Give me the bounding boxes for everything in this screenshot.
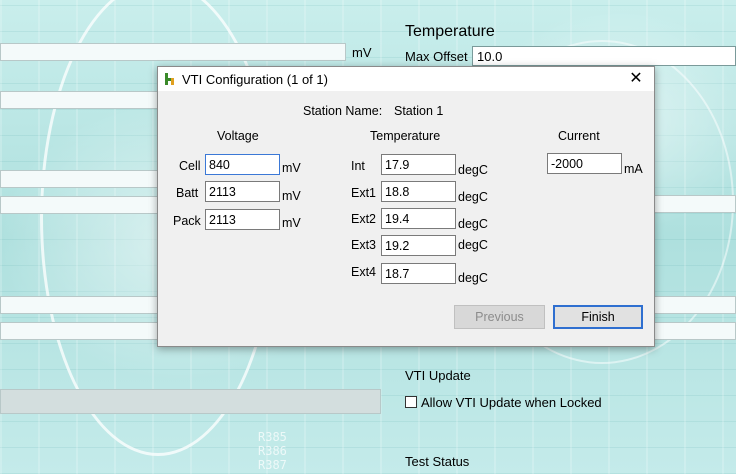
background-field[interactable] xyxy=(0,296,160,314)
pack-label: Pack xyxy=(173,214,201,228)
cell-voltage-input[interactable] xyxy=(205,154,280,175)
finish-button[interactable]: Finish xyxy=(553,305,643,329)
ext2-temp-input[interactable] xyxy=(381,208,456,229)
temperature-heading: Temperature xyxy=(405,23,495,40)
background-field[interactable] xyxy=(0,389,381,414)
current-unit: mA xyxy=(624,162,643,176)
batt-voltage-input[interactable] xyxy=(205,181,280,202)
previous-button[interactable]: Previous xyxy=(454,305,545,329)
pcb-silkscreen-text: R387 xyxy=(258,458,287,472)
allow-vti-update-label: Allow VTI Update when Locked xyxy=(421,395,602,410)
temperature-heading: Temperature xyxy=(370,129,441,143)
vti-configuration-dialog: VTI Configuration (1 of 1) ✕ Station Nam… xyxy=(157,66,655,347)
background-field[interactable] xyxy=(654,296,736,314)
station-name-value: Station 1 xyxy=(394,104,444,118)
max-offset-input[interactable] xyxy=(472,46,736,66)
ext3-unit: degC xyxy=(458,238,488,252)
current-heading: Current xyxy=(558,129,600,143)
ext3-label: Ext3 xyxy=(351,238,377,252)
pack-voltage-input[interactable] xyxy=(205,209,280,230)
background-field[interactable] xyxy=(0,322,160,340)
ext2-unit: degC xyxy=(458,217,488,231)
close-button[interactable]: ✕ xyxy=(618,67,654,91)
ext1-unit: degC xyxy=(458,190,488,204)
unit-label: mV xyxy=(352,45,372,60)
voltage-heading: Voltage xyxy=(217,129,259,143)
background-field[interactable] xyxy=(0,91,160,109)
ext3-temp-input[interactable] xyxy=(381,235,456,256)
current-input[interactable] xyxy=(547,153,622,174)
batt-label: Batt xyxy=(176,186,199,200)
allow-vti-update-checkbox[interactable] xyxy=(405,396,417,408)
test-status-heading: Test Status xyxy=(405,454,470,469)
int-label: Int xyxy=(351,159,365,173)
ext4-label: Ext4 xyxy=(351,265,377,279)
ext2-label: Ext2 xyxy=(351,212,377,226)
ext4-unit: degC xyxy=(458,271,488,285)
max-offset-label: Max Offset xyxy=(405,49,468,64)
pcb-silkscreen-text: R386 xyxy=(258,444,287,458)
int-unit: degC xyxy=(458,163,488,177)
int-temp-input[interactable] xyxy=(381,154,456,175)
background-field[interactable] xyxy=(0,170,160,188)
batt-unit: mV xyxy=(282,189,301,203)
cell-unit: mV xyxy=(282,161,301,175)
background-field[interactable] xyxy=(0,43,346,61)
pcb-silkscreen-text: R385 xyxy=(258,430,287,444)
cell-label: Cell xyxy=(179,159,201,173)
background-field[interactable] xyxy=(654,322,736,340)
vti-update-heading: VTI Update xyxy=(405,368,471,383)
station-name-label: Station Name: xyxy=(303,104,383,118)
ext1-label: Ext1 xyxy=(351,186,377,200)
ext4-temp-input[interactable] xyxy=(381,263,456,284)
ext1-temp-input[interactable] xyxy=(381,181,456,202)
background-field[interactable] xyxy=(654,195,736,213)
pack-unit: mV xyxy=(282,216,301,230)
background-field[interactable] xyxy=(0,196,160,214)
app-icon xyxy=(164,72,176,86)
dialog-title: VTI Configuration (1 of 1) xyxy=(182,72,328,87)
dialog-titlebar[interactable]: VTI Configuration (1 of 1) ✕ xyxy=(158,67,654,91)
